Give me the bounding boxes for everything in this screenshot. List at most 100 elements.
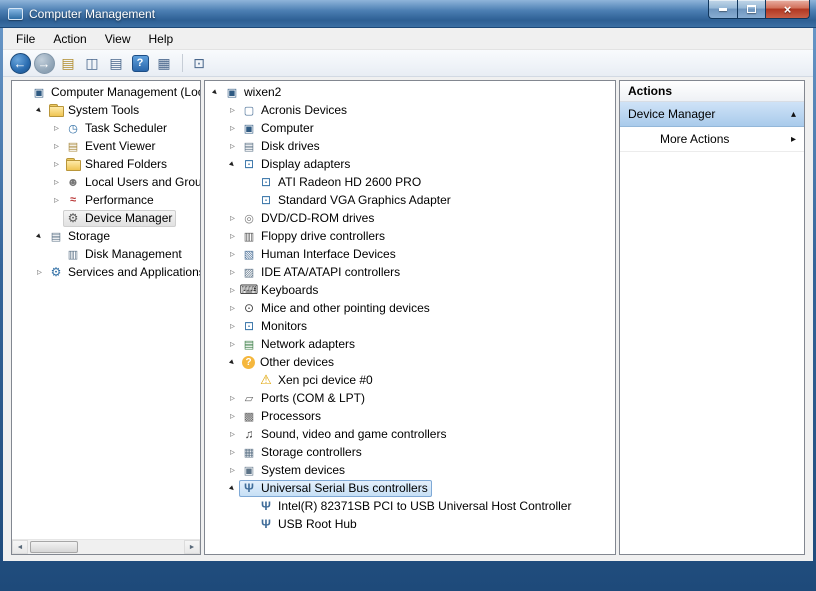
expand-arrow-icon[interactable]: [226, 231, 239, 242]
collapse-arrow-icon[interactable]: [226, 357, 239, 368]
tree-item-universal-serial-bus-controllers[interactable]: Universal Serial Bus controllers: [205, 479, 615, 497]
tree-item-xen-pci-device-0[interactable]: Xen pci device #0: [205, 371, 615, 389]
expand-arrow-icon[interactable]: [226, 267, 239, 278]
export-list-button[interactable]: [57, 52, 79, 74]
expand-arrow-icon[interactable]: [226, 105, 239, 116]
tree-item-shared-folders[interactable]: Shared Folders: [12, 155, 200, 173]
collapse-arrow-icon[interactable]: [209, 87, 222, 98]
collapse-arrow-icon[interactable]: [33, 105, 46, 116]
tree-item-ide-ata-atapi-controllers[interactable]: IDE ATA/ATAPI controllers: [205, 263, 615, 281]
more-actions-item[interactable]: More Actions ▸: [620, 127, 804, 152]
maximize-button[interactable]: [737, 0, 765, 19]
menu-help[interactable]: Help: [140, 30, 183, 48]
expand-arrow-icon[interactable]: [226, 465, 239, 476]
expand-arrow-icon[interactable]: [50, 177, 63, 188]
scrollbar-thumb[interactable]: [30, 541, 78, 553]
tree-item-content: Local Users and Groups: [63, 174, 200, 191]
tree-item-system-tools[interactable]: System Tools: [12, 101, 200, 119]
expand-arrow-icon[interactable]: [50, 141, 63, 152]
expand-arrow-icon[interactable]: [226, 141, 239, 152]
expand-arrow-icon[interactable]: [226, 303, 239, 314]
expand-arrow-icon[interactable]: [226, 123, 239, 134]
minimize-button[interactable]: [708, 0, 737, 19]
tree-item-acronis-devices[interactable]: Acronis Devices: [205, 101, 615, 119]
tree-item-label: ATI Radeon HD 2600 PRO: [278, 175, 421, 189]
tree-item-local-users-and-groups[interactable]: Local Users and Groups: [12, 173, 200, 191]
tree-item-event-viewer[interactable]: Event Viewer: [12, 137, 200, 155]
collapse-arrow-icon[interactable]: [226, 159, 239, 170]
tree-item-keyboards[interactable]: Keyboards: [205, 281, 615, 299]
tree-item-ports-com-lpt[interactable]: Ports (COM & LPT): [205, 389, 615, 407]
tree-item-device-manager[interactable]: Device Manager: [12, 209, 200, 227]
tree-item-processors[interactable]: Processors: [205, 407, 615, 425]
device-scan-button[interactable]: [188, 52, 210, 74]
tree-item-label: IDE ATA/ATAPI controllers: [261, 265, 400, 279]
forward-arrow-button[interactable]: [33, 52, 55, 74]
hid-icon: [241, 247, 257, 262]
tree-item-mice-and-other-pointing-devices[interactable]: Mice and other pointing devices: [205, 299, 615, 317]
expand-arrow-icon[interactable]: [50, 195, 63, 206]
tree-item-storage[interactable]: Storage: [12, 227, 200, 245]
tree-item-label: Acronis Devices: [261, 103, 347, 117]
warn-icon: [258, 373, 274, 388]
tree-item-wixen2[interactable]: wixen2: [205, 83, 615, 101]
tree-item-floppy-drive-controllers[interactable]: Floppy drive controllers: [205, 227, 615, 245]
expand-arrow-icon[interactable]: [226, 321, 239, 332]
help-button[interactable]: [129, 52, 151, 74]
tree-item-task-scheduler[interactable]: Task Scheduler: [12, 119, 200, 137]
expand-arrow-icon[interactable]: [226, 447, 239, 458]
expand-arrow-icon[interactable]: [226, 393, 239, 404]
tree-item-dvd-cd-rom-drives[interactable]: DVD/CD-ROM drives: [205, 209, 615, 227]
console-window-button[interactable]: [81, 52, 103, 74]
scroll-left-button[interactable]: ◄: [12, 540, 28, 554]
close-button[interactable]: ×: [765, 0, 810, 19]
tree-item-disk-management[interactable]: Disk Management: [12, 245, 200, 263]
horizontal-scrollbar[interactable]: ◄ ►: [12, 539, 200, 554]
tree-item-disk-drives[interactable]: Disk drives: [205, 137, 615, 155]
collapse-section-icon[interactable]: ▴: [791, 109, 796, 120]
expand-arrow-icon[interactable]: [226, 213, 239, 224]
tree-item-sound-video-and-game-controllers[interactable]: Sound, video and game controllers: [205, 425, 615, 443]
table-view-button[interactable]: [153, 52, 175, 74]
tree-item-system-devices[interactable]: System devices: [205, 461, 615, 479]
actions-device-manager-section[interactable]: Device Manager ▴: [620, 102, 804, 127]
scroll-right-button[interactable]: ►: [184, 540, 200, 554]
expand-arrow-icon[interactable]: [50, 123, 63, 134]
expand-arrow-icon[interactable]: [33, 267, 46, 278]
tree-item-ati-radeon-hd-2600-pro[interactable]: ATI Radeon HD 2600 PRO: [205, 173, 615, 191]
tree-item-human-interface-devices[interactable]: Human Interface Devices: [205, 245, 615, 263]
tree-item-storage-controllers[interactable]: Storage controllers: [205, 443, 615, 461]
menu-action[interactable]: Action: [44, 30, 95, 48]
console-window-icon: [85, 55, 98, 72]
tree-item-computer-management-local[interactable]: Computer Management (Local: [12, 83, 200, 101]
tree-item-standard-vga-graphics-adapter[interactable]: Standard VGA Graphics Adapter: [205, 191, 615, 209]
scrollbar-track[interactable]: [28, 540, 184, 554]
tree-item-network-adapters[interactable]: Network adapters: [205, 335, 615, 353]
menu-view[interactable]: View: [96, 30, 140, 48]
tree-item-intel-r-82371sb-pci-to-usb-universal-host-controller[interactable]: Intel(R) 82371SB PCI to USB Universal Ho…: [205, 497, 615, 515]
collapse-arrow-icon[interactable]: [226, 483, 239, 494]
list-view-button[interactable]: [105, 52, 127, 74]
tree-item-usb-root-hub[interactable]: USB Root Hub: [205, 515, 615, 533]
expand-arrow-icon[interactable]: [226, 285, 239, 296]
tree-item-other-devices[interactable]: Other devices: [205, 353, 615, 371]
tree-item-monitors[interactable]: Monitors: [205, 317, 615, 335]
tree-item-content: Task Scheduler: [63, 120, 171, 137]
expand-arrow-icon[interactable]: [226, 429, 239, 440]
tree-item-computer[interactable]: Computer: [205, 119, 615, 137]
tree-item-services-and-applications[interactable]: Services and Applications: [12, 263, 200, 281]
monitor-icon: [241, 319, 257, 334]
expand-arrow-icon[interactable]: [226, 249, 239, 260]
tree-item-content: Shared Folders: [63, 156, 171, 173]
expand-arrow-icon[interactable]: [226, 339, 239, 350]
collapse-arrow-icon[interactable]: [33, 231, 46, 242]
display-icon: [241, 157, 257, 172]
tree-item-display-adapters[interactable]: Display adapters: [205, 155, 615, 173]
keyboard-icon: [241, 283, 257, 298]
menu-file[interactable]: File: [7, 30, 44, 48]
expand-arrow-icon[interactable]: [226, 411, 239, 422]
back-arrow-button[interactable]: [9, 52, 31, 74]
expand-arrow-icon[interactable]: [50, 159, 63, 170]
tree-item-performance[interactable]: Performance: [12, 191, 200, 209]
tree-item-label: Other devices: [260, 355, 334, 369]
